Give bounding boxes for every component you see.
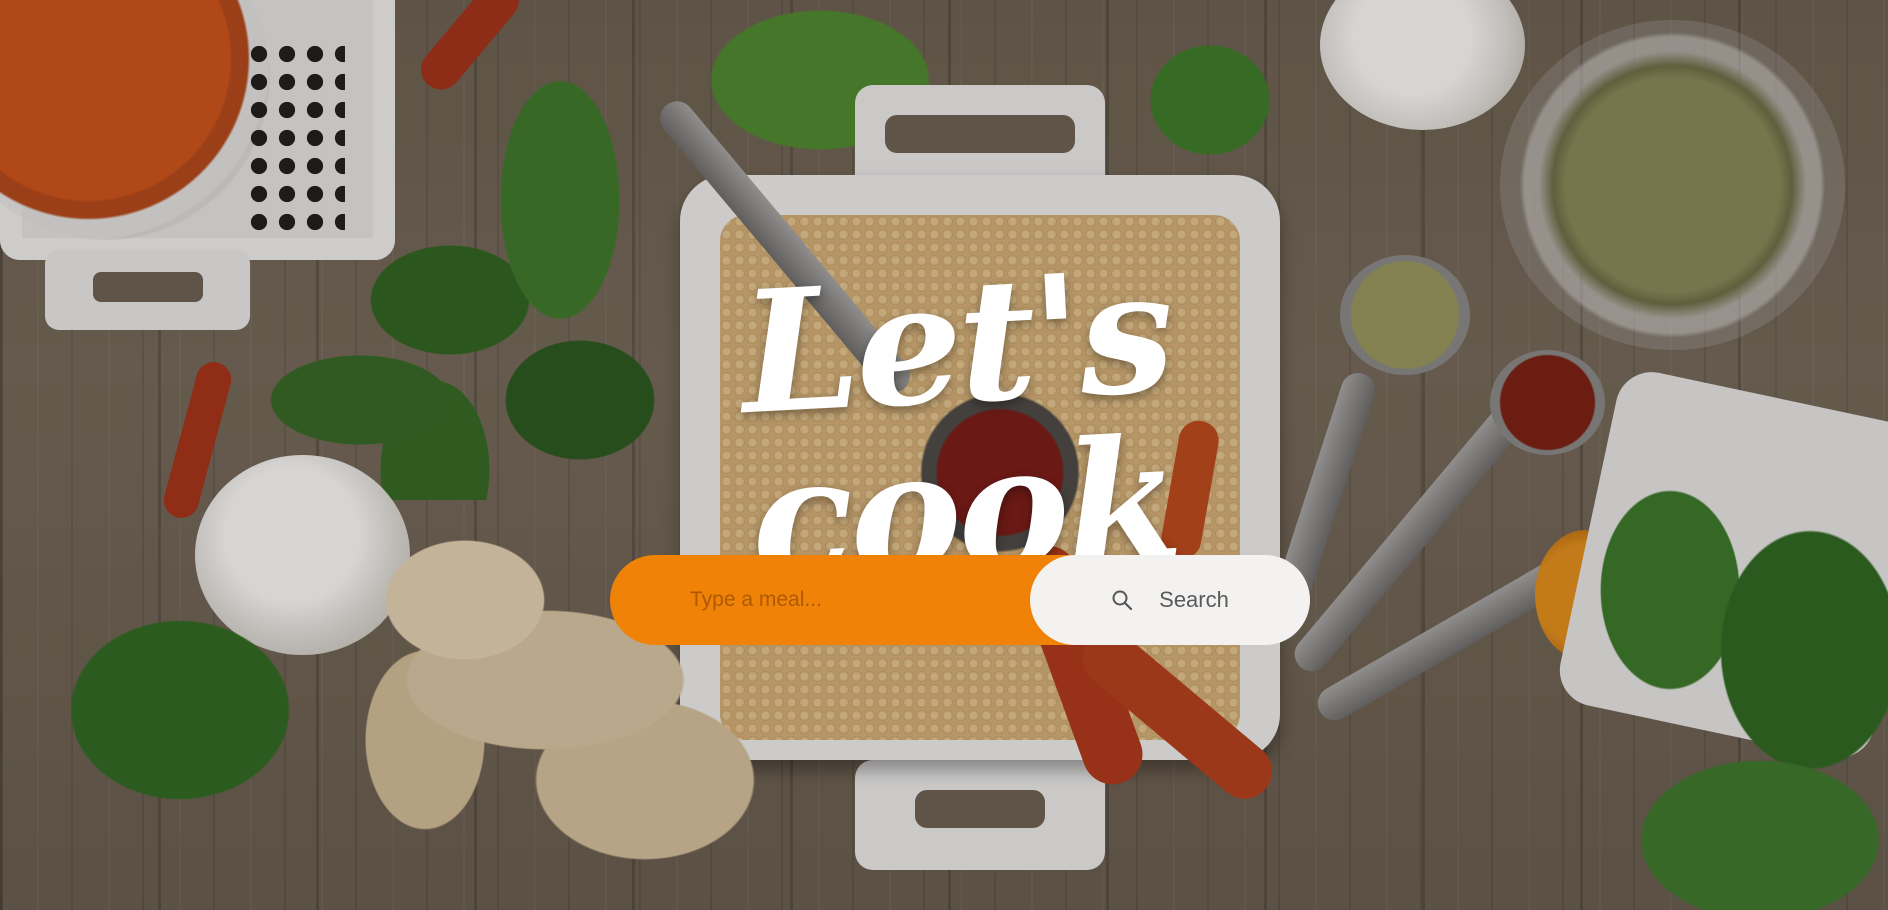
search-icon [1111,589,1133,611]
search-button[interactable]: Search [1030,555,1310,645]
search-button-label: Search [1159,587,1229,612]
hero-section: Let's cook Search [0,0,1888,910]
meal-search-form: Search [610,555,1310,645]
hero-content: Let's cook Search [0,0,1888,910]
meal-search-input[interactable] [610,555,1080,645]
